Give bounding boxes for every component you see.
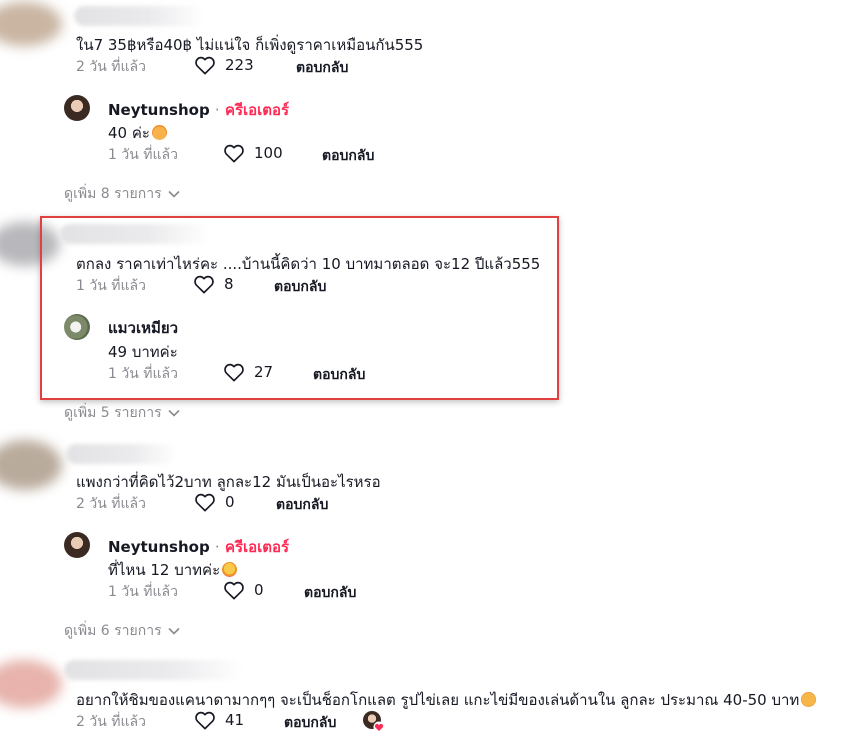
- heart-outline-icon: [224, 581, 244, 600]
- like-button[interactable]: 0: [194, 492, 235, 512]
- like-count: 223: [225, 56, 254, 74]
- like-button[interactable]: 41: [194, 710, 244, 730]
- view-more-replies[interactable]: ดูเพิ่ม 5 รายการ: [64, 402, 180, 424]
- comment-text: แพงกว่าที่คิดไว้2บาท ลูกละ12 มันเป็นอะไร…: [76, 473, 381, 491]
- highlight-box: [40, 216, 559, 400]
- smiling-face-emoji-icon: [801, 692, 817, 707]
- avatar-blurred: [0, 660, 62, 708]
- like-button[interactable]: 0: [223, 580, 264, 600]
- username-blurred: [66, 444, 178, 464]
- reply-button[interactable]: ตอบกลับ: [322, 145, 374, 167]
- like-count: 100: [254, 144, 283, 162]
- like-count: 0: [254, 581, 264, 599]
- username-blurred: [74, 6, 204, 26]
- reply-text: 40 ค่ะ: [108, 121, 167, 145]
- heart-outline-icon: [224, 144, 244, 163]
- reply-button[interactable]: ตอบกลับ: [304, 582, 356, 604]
- reply-button[interactable]: ตอบกลับ: [296, 57, 348, 79]
- reply-time: 1 วัน ที่แล้ว: [108, 147, 178, 163]
- laughing-face-emoji-icon: [222, 562, 238, 577]
- view-more-replies[interactable]: ดูเพิ่ม 6 รายการ: [64, 620, 180, 642]
- heart-outline-icon: [195, 711, 215, 730]
- reply-button[interactable]: ตอบกลับ: [284, 712, 336, 734]
- creator-badge: ครีเอเตอร์: [224, 101, 290, 119]
- like-button[interactable]: 100: [223, 143, 283, 163]
- avatar-blurred: [0, 2, 62, 46]
- view-more-replies[interactable]: ดูเพิ่ม 8 รายการ: [64, 183, 180, 205]
- avatar[interactable]: [64, 532, 90, 558]
- heart-outline-icon: [195, 493, 215, 512]
- comment-time: 2 วัน ที่แล้ว: [76, 59, 146, 75]
- avatar[interactable]: [64, 95, 90, 121]
- comment-text: อยากให้ชิมของแคนาดามากๆๆ จะเป็นช็อกโกแลต…: [76, 688, 817, 712]
- reply-button[interactable]: ตอบกลับ: [276, 494, 328, 516]
- heart-outline-icon: [195, 56, 215, 75]
- comment-time: 2 วัน ที่แล้ว: [76, 496, 146, 512]
- blushing-face-emoji-icon: [151, 125, 167, 140]
- chevron-down-icon: [168, 627, 180, 635]
- chevron-down-icon: [168, 409, 180, 417]
- like-button[interactable]: 223: [194, 55, 254, 75]
- like-count: 0: [225, 493, 235, 511]
- like-count: 41: [225, 711, 245, 729]
- reply-username[interactable]: Neytunshop · ครีเอเตอร์: [108, 98, 289, 122]
- comment-time: 2 วัน ที่แล้ว: [76, 714, 146, 730]
- reply-username[interactable]: Neytunshop · ครีเอเตอร์: [108, 535, 289, 559]
- comment-text: ใน7 35฿หรือ40฿ ไม่แน่ใจ ก็เพิ่งดูราคาเหม…: [76, 36, 424, 54]
- reply-text: ที่ไหน 12 บาทค่ะ: [108, 558, 238, 582]
- creator-liked-heart-icon: [363, 711, 385, 733]
- creator-badge: ครีเอเตอร์: [224, 538, 290, 556]
- username-blurred: [64, 660, 244, 680]
- chevron-down-icon: [168, 190, 180, 198]
- reply-time: 1 วัน ที่แล้ว: [108, 584, 178, 600]
- avatar-blurred: [0, 440, 62, 490]
